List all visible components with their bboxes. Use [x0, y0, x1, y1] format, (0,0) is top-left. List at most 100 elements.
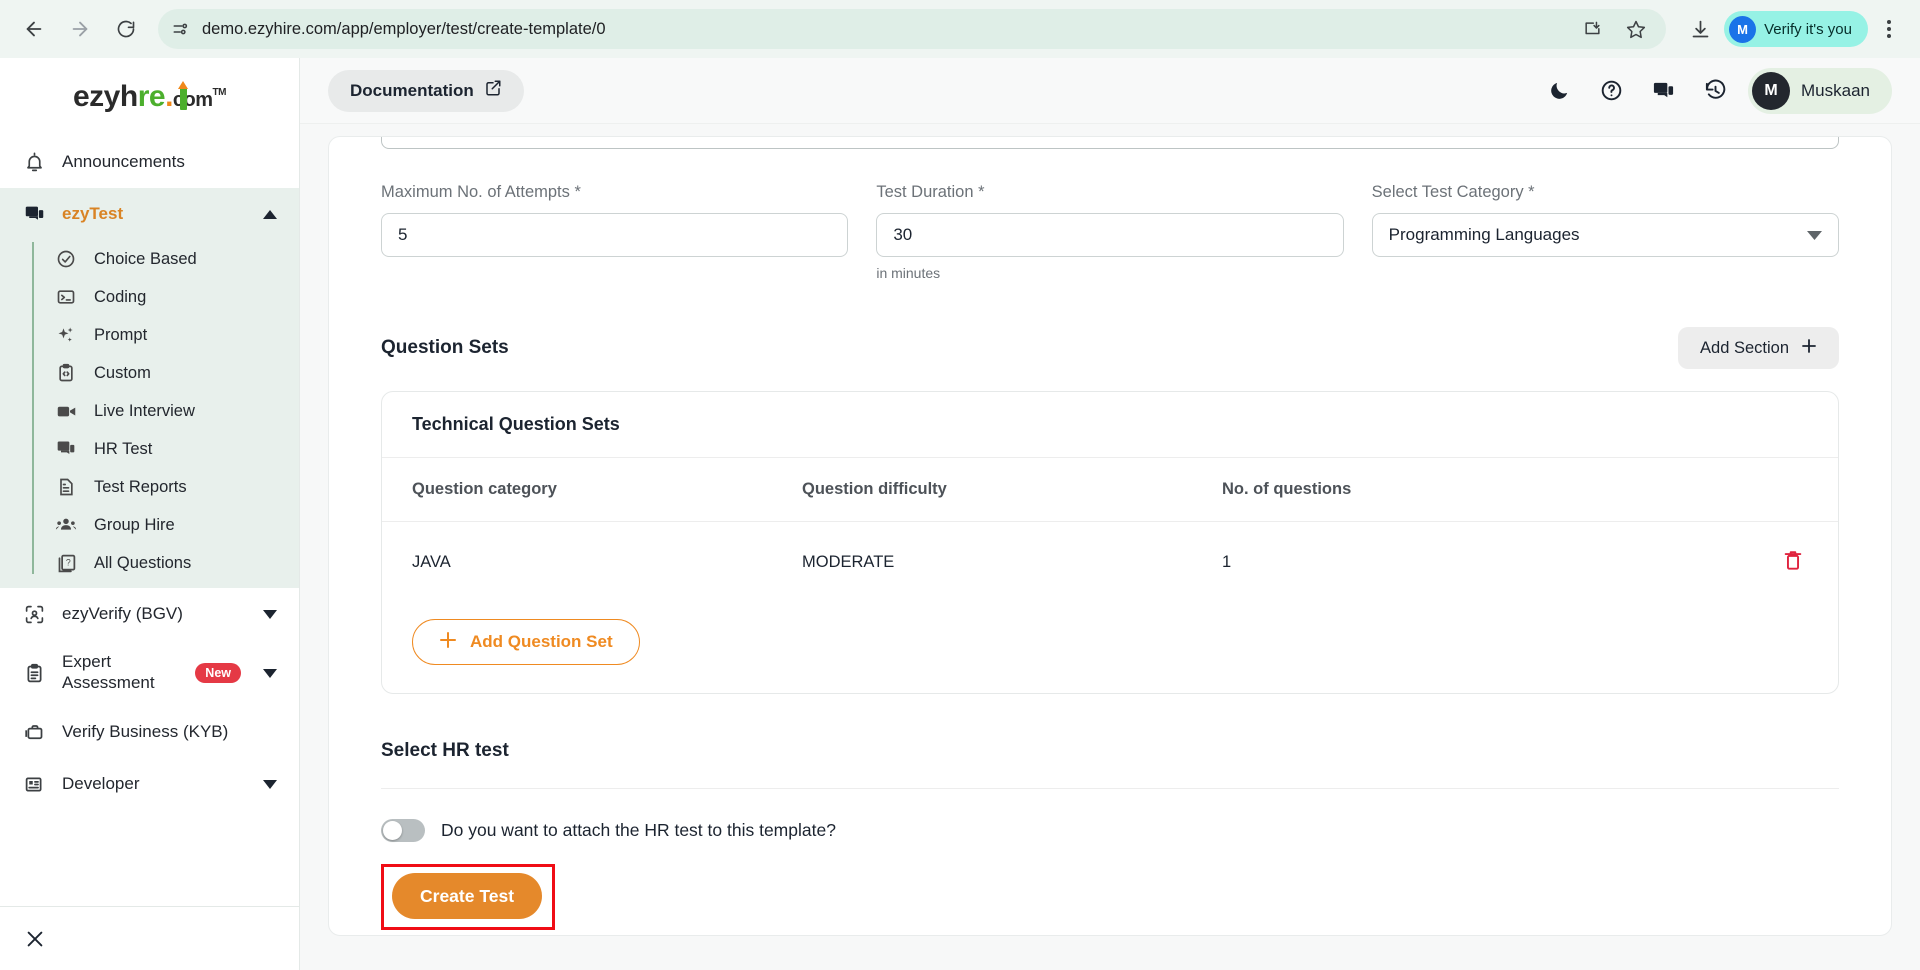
help-circle-icon[interactable]	[1592, 72, 1630, 110]
logo-tie-icon	[178, 81, 188, 110]
plus-icon	[1801, 338, 1817, 359]
test-category-select[interactable]: Programming Languages	[1371, 213, 1839, 257]
duration-hint: in minutes	[876, 265, 941, 281]
document-icon	[54, 477, 78, 497]
caret-down-icon[interactable]	[263, 663, 277, 683]
user-name: Muskaan	[1801, 80, 1870, 100]
documentation-button[interactable]: Documentation	[328, 69, 524, 112]
external-link-icon	[484, 79, 502, 102]
user-menu[interactable]: M Muskaan	[1748, 67, 1892, 114]
star-icon[interactable]	[1620, 13, 1652, 45]
sidebar-item-custom[interactable]: Custom	[0, 354, 299, 392]
sidebar-item-test-reports[interactable]: Test Reports	[0, 468, 299, 506]
column-header-count: No. of questions	[1222, 458, 1642, 522]
documentation-label: Documentation	[350, 80, 474, 100]
sidebar-item-announcements[interactable]: Announcements	[0, 136, 299, 188]
trash-icon[interactable]	[1782, 548, 1804, 572]
browser-toolbar: demo.ezyhire.com/app/employer/test/creat…	[0, 0, 1920, 58]
field-max-attempts: Maximum No. of Attempts * 5	[381, 183, 849, 281]
column-header-actions	[1642, 458, 1838, 522]
technical-question-sets-panel: Technical Question Sets Question categor…	[381, 391, 1839, 694]
sidebar-item-ezytest[interactable]: ezyTest	[0, 188, 299, 240]
sidebar-nav: Announcements ezyTest Choice Based Codin…	[0, 136, 299, 906]
back-button[interactable]	[14, 9, 54, 49]
logo-part2: re	[137, 80, 166, 113]
scroll-area: Maximum No. of Attempts * 5 Test Duratio…	[300, 124, 1920, 970]
cell-actions	[1642, 522, 1838, 604]
dashboard-icon	[22, 774, 46, 795]
sidebar-item-hr-test[interactable]: HR Test	[0, 430, 299, 468]
chat-icon	[54, 439, 78, 459]
sidebar-item-group-hire[interactable]: Group Hire	[0, 506, 299, 544]
check-circle-icon	[54, 249, 78, 269]
terminal-icon	[54, 287, 78, 307]
sidebar-item-coding[interactable]: Coding	[0, 278, 299, 316]
cut-off-field-above[interactable]	[381, 137, 1839, 149]
column-header-difficulty: Question difficulty	[802, 458, 1222, 522]
hr-test-toggle-row: Do you want to attach the HR test to thi…	[381, 819, 1839, 842]
add-question-set-label: Add Question Set	[470, 632, 613, 651]
add-question-set-button[interactable]: Add Question Set	[412, 619, 640, 665]
toggle-knob	[383, 821, 402, 840]
sidebar-item-label: ezyVerify (BGV)	[62, 604, 183, 623]
test-duration-input[interactable]: 30	[876, 213, 1344, 257]
kebab-menu-icon[interactable]	[1872, 9, 1906, 49]
caret-down-icon[interactable]	[263, 774, 277, 794]
field-label: Select Test Category *	[1371, 183, 1535, 201]
select-hr-test-title: Select HR test	[381, 740, 509, 761]
app-logo[interactable]: ezyhre.comTM	[0, 58, 299, 136]
create-test-button[interactable]: Create Test	[392, 873, 543, 919]
moon-icon[interactable]	[1540, 72, 1578, 110]
logo-dot: .	[165, 80, 173, 113]
close-icon[interactable]	[22, 926, 48, 952]
cell-count: 1	[1222, 553, 1232, 571]
sidebar-submenu-ezytest: Choice Based Coding Prompt Custom Live I…	[0, 240, 299, 588]
sidebar-item-label: ezyTest	[62, 204, 124, 223]
forward-button[interactable]	[60, 9, 100, 49]
panel-title: Technical Question Sets	[412, 414, 620, 434]
sidebar-item-verify-business[interactable]: Verify Business (KYB)	[0, 706, 299, 758]
question-stack-icon: ?	[54, 553, 78, 574]
reload-button[interactable]	[106, 9, 146, 49]
sidebar-item-label: Custom	[94, 363, 151, 382]
sidebar-item-label: Group Hire	[94, 515, 175, 534]
form-row: Maximum No. of Attempts * 5 Test Duratio…	[381, 137, 1839, 281]
sidebar-item-label: Choice Based	[94, 249, 197, 268]
divider	[381, 788, 1839, 789]
sidebar-item-ezyverify[interactable]: ezyVerify (BGV)	[0, 588, 299, 640]
url-text: demo.ezyhire.com/app/employer/test/creat…	[202, 19, 606, 38]
sidebar-item-prompt[interactable]: Prompt	[0, 316, 299, 354]
sidebar-item-choice-based[interactable]: Choice Based	[0, 240, 299, 278]
avatar: M	[1752, 71, 1791, 110]
sidebar-item-label: Test Reports	[94, 477, 187, 496]
browser-actions: M Verify it's you	[1680, 9, 1906, 49]
sidebar-item-label: Live Interview	[94, 401, 195, 420]
add-section-button[interactable]: Add Section	[1678, 327, 1839, 369]
verify-its-you-button[interactable]: M Verify it's you	[1724, 11, 1868, 47]
sidebar-footer	[0, 906, 299, 970]
download-icon[interactable]	[1680, 9, 1720, 49]
history-icon[interactable]	[1696, 72, 1734, 110]
field-label: Test Duration *	[876, 183, 985, 201]
column-header-category: Question category	[382, 458, 802, 522]
address-bar[interactable]: demo.ezyhire.com/app/employer/test/creat…	[158, 9, 1667, 49]
attach-hr-test-toggle[interactable]	[381, 819, 425, 842]
add-question-set-wrap: Add Question Set	[382, 603, 1838, 693]
question-sets-title: Question Sets	[381, 337, 509, 358]
sidebar-item-all-questions[interactable]: ? All Questions	[0, 544, 299, 582]
svg-text:?: ?	[65, 557, 70, 567]
sidebar-item-developer[interactable]: Developer	[0, 758, 299, 810]
cell-difficulty: MODERATE	[802, 553, 895, 571]
main-content: Documentation M Muskaan Maximum No. of A…	[300, 58, 1920, 970]
max-attempts-input[interactable]: 5	[381, 213, 849, 257]
site-settings-icon[interactable]	[172, 20, 190, 38]
sidebar-item-live-interview[interactable]: Live Interview	[0, 392, 299, 430]
install-app-icon[interactable]	[1576, 13, 1608, 45]
sidebar-item-expert-assessment[interactable]: Expert Assessment New	[0, 640, 299, 706]
logo-com: com	[172, 89, 213, 111]
question-sets-header: Question Sets Add Section	[381, 327, 1839, 369]
chat-icon[interactable]	[1644, 72, 1682, 110]
caret-up-icon	[263, 204, 277, 224]
bell-icon	[22, 151, 46, 173]
caret-down-icon[interactable]	[263, 604, 277, 624]
